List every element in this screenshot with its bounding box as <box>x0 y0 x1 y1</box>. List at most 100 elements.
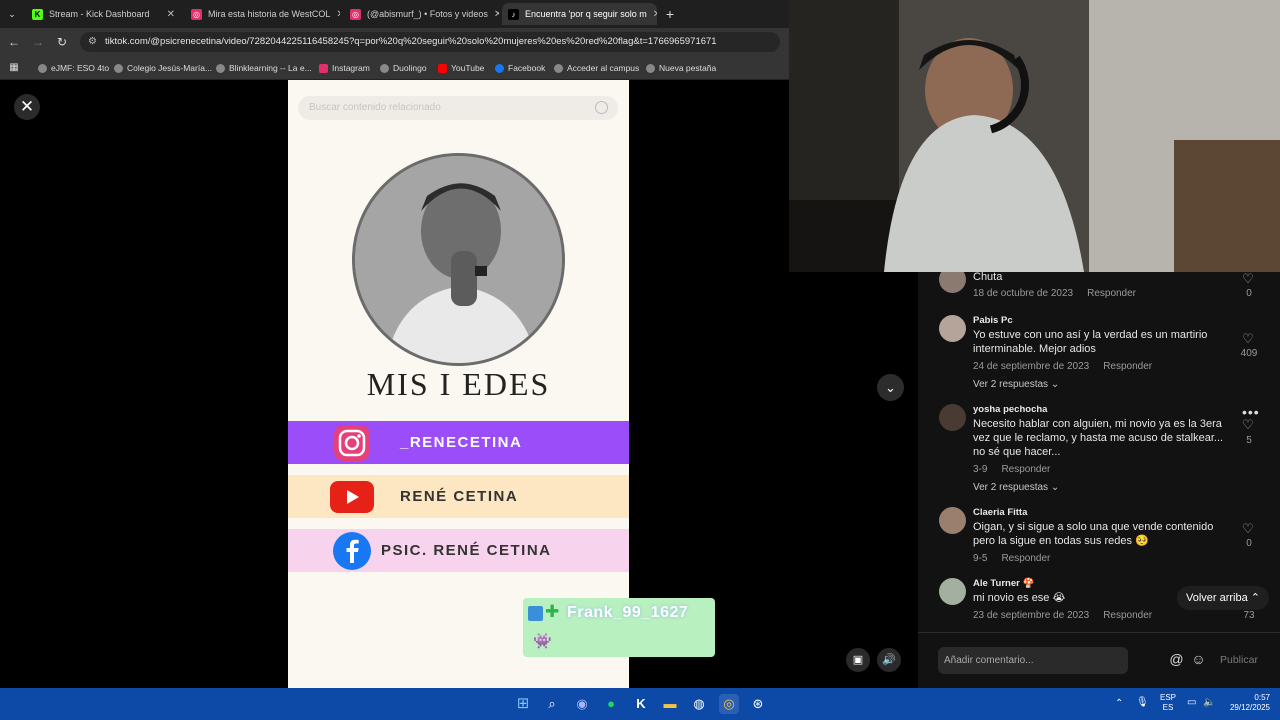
bookmark-youtube[interactable]: YouTube <box>438 61 484 75</box>
social-row-instagram[interactable]: _RENECETINA <box>288 421 629 464</box>
tab-label: Stream - Kick Dashboard <box>49 9 150 19</box>
tab-search-chevron-icon[interactable]: ⌄ <box>4 6 20 22</box>
comment-date: 9-5 <box>973 553 988 564</box>
comments-panel: Chuta 18 de octubre de 2023 Responder ♡ 0… <box>918 272 1280 688</box>
avatar[interactable] <box>939 315 966 342</box>
file-explorer-icon[interactable]: ▬ <box>660 694 680 714</box>
bookmark-facebook[interactable]: Facebook <box>495 61 545 75</box>
reply-button[interactable]: Responder <box>1001 553 1050 564</box>
like-heart-icon[interactable]: ♡ <box>1241 418 1255 432</box>
chevron-down-icon: ⌄ <box>1050 379 1060 390</box>
mention-icon[interactable]: @ <box>1168 651 1185 668</box>
kick-icon[interactable]: K <box>631 694 651 714</box>
new-tab-button[interactable]: + <box>662 6 678 22</box>
like-count: 73 <box>1243 610 1255 621</box>
bookmark-duolingo[interactable]: Duolingo <box>380 61 427 75</box>
obs-icon[interactable]: ◍ <box>689 694 709 714</box>
close-tab-icon[interactable]: ✕ <box>167 9 175 20</box>
avatar[interactable] <box>939 507 966 534</box>
avatar[interactable] <box>939 272 966 293</box>
discord-icon[interactable]: ◉ <box>572 694 592 714</box>
globe-icon <box>646 63 655 73</box>
clock[interactable]: 0:57 29/12/2025 <box>1224 693 1270 713</box>
view-replies-button[interactable]: Ver 2 respuestas ⌄ <box>973 379 1059 390</box>
forward-icon[interactable]: → <box>30 34 46 50</box>
comment-username[interactable]: Claeria Fitta <box>973 507 1027 518</box>
bookmark-label: YouTube <box>451 63 485 73</box>
tab-instagram-story[interactable]: ◎ Mira esta historia de WestCOL ✕ <box>185 3 340 25</box>
reply-button[interactable]: Responder <box>1103 361 1152 372</box>
close-tab-icon[interactable]: ✕ <box>336 9 340 20</box>
like-heart-icon[interactable]: ♡ <box>1241 332 1255 346</box>
tab-kick-dashboard[interactable]: K Stream - Kick Dashboard ✕ <box>26 3 181 25</box>
bookmark-instagram[interactable]: Instagram <box>319 61 370 75</box>
volume-icon[interactable]: 🔊 <box>877 648 901 672</box>
comment-input[interactable]: Añadir comentario... <box>938 647 1128 674</box>
video-frame[interactable]: Buscar contenido relacionado MIS I EDES … <box>288 80 629 688</box>
tab-tiktok-search[interactable]: ♪ Encuentra 'por q seguir solo m ✕ <box>502 3 657 25</box>
view-replies-button[interactable]: Ver 2 respuestas ⌄ <box>973 482 1059 493</box>
bookmark-label: eJMF: ESO 4to <box>51 63 110 73</box>
bookmark-blinklearning[interactable]: Blinklearning -- La e... <box>216 61 312 75</box>
bookmark-label: Colegio Jesús-María... <box>127 63 213 73</box>
apps-grid-icon[interactable]: ▦ <box>6 60 22 76</box>
miniplayer-icon[interactable]: ▣ <box>846 648 870 672</box>
bookmark-ejmf[interactable]: eJMF: ESO 4to <box>38 61 109 75</box>
close-tab-icon[interactable]: ✕ <box>494 9 499 20</box>
network-icon[interactable]: ▭ <box>1187 698 1196 708</box>
search-icon[interactable]: ⌕ <box>542 694 562 714</box>
search-icon[interactable] <box>595 101 608 114</box>
input-language[interactable]: ESP ES <box>1158 693 1178 713</box>
facebook-icon <box>495 63 504 73</box>
reload-icon[interactable]: ↻ <box>54 34 70 50</box>
instagram-icon <box>319 63 328 73</box>
back-icon[interactable]: ← <box>6 34 22 50</box>
comment-username[interactable]: Pabis Pc <box>973 315 1013 326</box>
comment-text: Chuta <box>973 272 1003 283</box>
close-video-button[interactable]: ✕ <box>14 94 40 120</box>
chrome-icon[interactable]: ◎ <box>719 694 739 714</box>
speaker-icon[interactable]: 🔈 <box>1203 698 1215 708</box>
site-info-icon[interactable]: ⚙ <box>88 32 97 52</box>
tray-chevron-up-icon[interactable]: ⌃ <box>1115 699 1123 709</box>
kick-icon: K <box>32 8 43 20</box>
bookmark-campus[interactable]: Acceder al campus <box>554 61 639 75</box>
reply-button[interactable]: Responder <box>1087 288 1136 299</box>
date: 29/12/2025 <box>1229 703 1270 712</box>
reply-button[interactable]: Responder <box>1001 464 1050 475</box>
back-to-top-button[interactable]: Volver arriba ⌃ <box>1177 586 1269 610</box>
bookmark-new-tab[interactable]: Nueva pestaña <box>646 61 716 75</box>
next-video-chevron-icon[interactable]: ⌄ <box>877 374 904 401</box>
like-count: 0 <box>1246 288 1252 299</box>
globe-icon <box>380 63 389 73</box>
globe-icon <box>38 63 47 73</box>
url-input[interactable]: ⚙ tiktok.com/@psicrenecetina/video/72820… <box>80 32 780 52</box>
view-replies-label: Ver 2 respuestas <box>973 482 1049 493</box>
like-heart-icon[interactable]: ♡ <box>1241 522 1255 536</box>
comment-placeholder: Añadir comentario... <box>944 655 1034 666</box>
social-row-youtube[interactable]: RENÉ CETINA <box>288 475 629 518</box>
avatar[interactable] <box>939 404 966 431</box>
spotify-icon[interactable]: ● <box>601 694 621 714</box>
webcam-overlay <box>789 0 1280 272</box>
screen: ⌄ K Stream - Kick Dashboard ✕ ◎ Mira est… <box>0 0 1280 720</box>
tab-label: Mira esta historia de WestCOL <box>208 9 331 19</box>
related-search-input[interactable]: Buscar contenido relacionado <box>298 96 618 120</box>
like-heart-icon[interactable]: ♡ <box>1241 272 1255 286</box>
address-bar-row: ← → ↻ ⚙ tiktok.com/@psicrenecetina/video… <box>0 28 790 56</box>
social-label: _RENECETINA <box>400 434 523 451</box>
microphone-icon[interactable]: 🎙 <box>1136 698 1149 708</box>
steam-icon[interactable]: ⊛ <box>748 694 768 714</box>
avatar[interactable] <box>939 578 966 605</box>
comment-username[interactable]: yosha pechocha <box>973 404 1047 415</box>
tab-instagram-profile[interactable]: ◎ (@abismurf_) • Fotos y videos ✕ <box>344 3 499 25</box>
social-row-facebook[interactable]: PSIC. RENÉ CETINA <box>288 529 629 572</box>
publish-button[interactable]: Publicar <box>1220 647 1258 674</box>
comment-username[interactable]: Ale Turner 🍄 <box>973 578 1034 589</box>
bookmark-label: Blinklearning -- La e... <box>229 63 312 73</box>
bookmark-colegio[interactable]: Colegio Jesús-María... <box>114 61 212 75</box>
emoji-icon[interactable]: ☺ <box>1190 651 1207 668</box>
windows-start-icon[interactable]: ⊞ <box>513 694 533 714</box>
close-tab-icon[interactable]: ✕ <box>653 9 657 20</box>
reply-button[interactable]: Responder <box>1103 610 1152 621</box>
